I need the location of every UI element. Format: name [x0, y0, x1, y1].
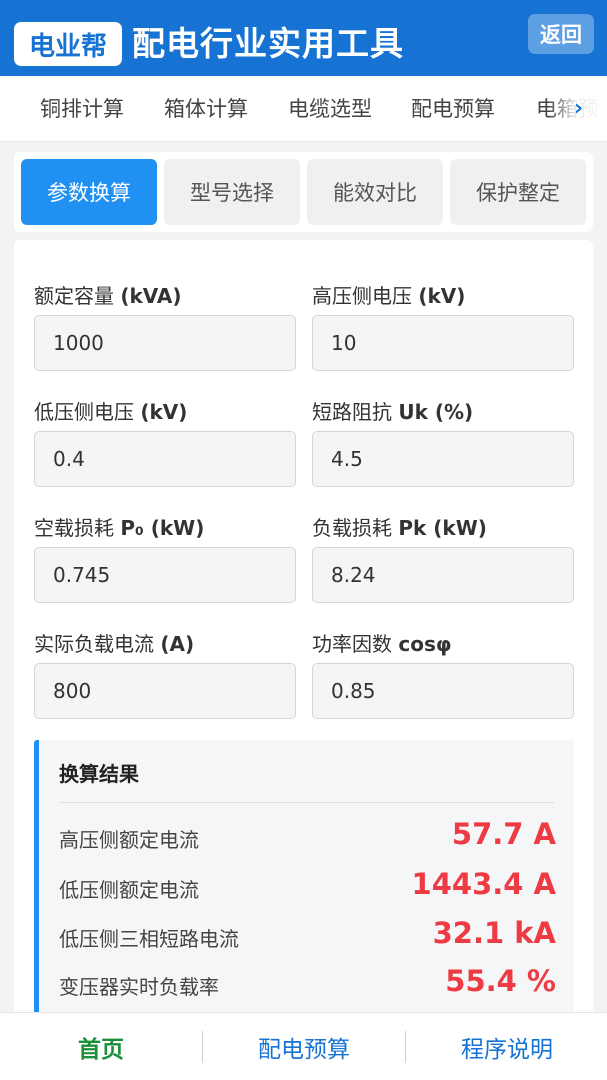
back-button[interactable]: 返回 [528, 14, 594, 54]
hv-voltage-input[interactable] [312, 315, 574, 371]
results-divider [59, 802, 554, 803]
load-current-label: 实际负载电流 (A) [34, 632, 195, 656]
load-rate-label: 变压器实时负载率 [59, 975, 219, 999]
sub-tabs: 参数换算 型号选择 能效对比 保护整定 [14, 152, 593, 232]
lv-short-circuit-current-label: 低压侧三相短路电流 [59, 927, 239, 951]
no-load-loss-label: 空载损耗 P₀ (kW) [34, 516, 205, 540]
app-header: 电业帮 配电行业实用工具 返回 [0, 0, 607, 76]
tab-efficiency-compare[interactable]: 能效对比 [307, 159, 443, 225]
results-panel: 换算结果 高压侧额定电流 57.7 A 低压侧额定电流 1443.4 A 低压侧… [34, 740, 574, 1020]
results-title: 换算结果 [59, 762, 139, 786]
rated-capacity-input[interactable] [34, 315, 296, 371]
param-form-card: 额定容量 (kVA) 高压侧电压 (kV) 低压侧电压 (kV) 短路阻抗 Uk… [14, 240, 593, 1020]
hv-voltage-label: 高压侧电压 (kV) [312, 284, 466, 308]
lv-short-circuit-current-value: 32.1 kA [432, 916, 556, 950]
tab-protection-setting[interactable]: 保护整定 [450, 159, 586, 225]
short-circuit-impedance-label: 短路阻抗 Uk (%) [312, 400, 474, 424]
nav-item-box-calc[interactable]: 箱体计算 [164, 76, 248, 141]
bottom-tab-instructions[interactable]: 程序说明 [406, 1013, 607, 1080]
bottom-tab-bar: 首页 配电预算 程序说明 [0, 1012, 607, 1080]
bottom-tab-home[interactable]: 首页 [0, 1013, 202, 1080]
power-factor-input[interactable] [312, 663, 574, 719]
bottom-tab-budget[interactable]: 配电预算 [203, 1013, 405, 1080]
app-title: 配电行业实用工具 [132, 24, 404, 63]
nav-item-cable-select[interactable]: 电缆选型 [288, 76, 372, 141]
rated-capacity-label: 额定容量 (kVA) [34, 284, 182, 308]
lv-voltage-label: 低压侧电压 (kV) [34, 400, 188, 424]
lv-rated-current-label: 低压侧额定电流 [59, 878, 199, 902]
nav-item-budget[interactable]: 配电预算 [411, 76, 495, 141]
top-nav: 铜排计算 箱体计算 电缆选型 配电预算 电箱预 › [0, 76, 607, 142]
lv-rated-current-value: 1443.4 A [411, 867, 556, 901]
load-rate-value: 55.4 % [445, 964, 556, 998]
load-loss-label: 负载损耗 Pk (kW) [312, 516, 487, 540]
lv-voltage-input[interactable] [34, 431, 296, 487]
load-loss-input[interactable] [312, 547, 574, 603]
no-load-loss-input[interactable] [34, 547, 296, 603]
tab-model-select[interactable]: 型号选择 [164, 159, 300, 225]
nav-item-copper-bar[interactable]: 铜排计算 [40, 76, 124, 141]
tab-param-convert[interactable]: 参数换算 [21, 159, 157, 225]
app-logo: 电业帮 [14, 22, 122, 66]
chevron-right-icon[interactable]: › [574, 76, 583, 141]
hv-rated-current-label: 高压侧额定电流 [59, 828, 199, 852]
hv-rated-current-value: 57.7 A [451, 817, 556, 851]
power-factor-label: 功率因数 cosφ [312, 632, 452, 656]
short-circuit-impedance-input[interactable] [312, 431, 574, 487]
load-current-input[interactable] [34, 663, 296, 719]
